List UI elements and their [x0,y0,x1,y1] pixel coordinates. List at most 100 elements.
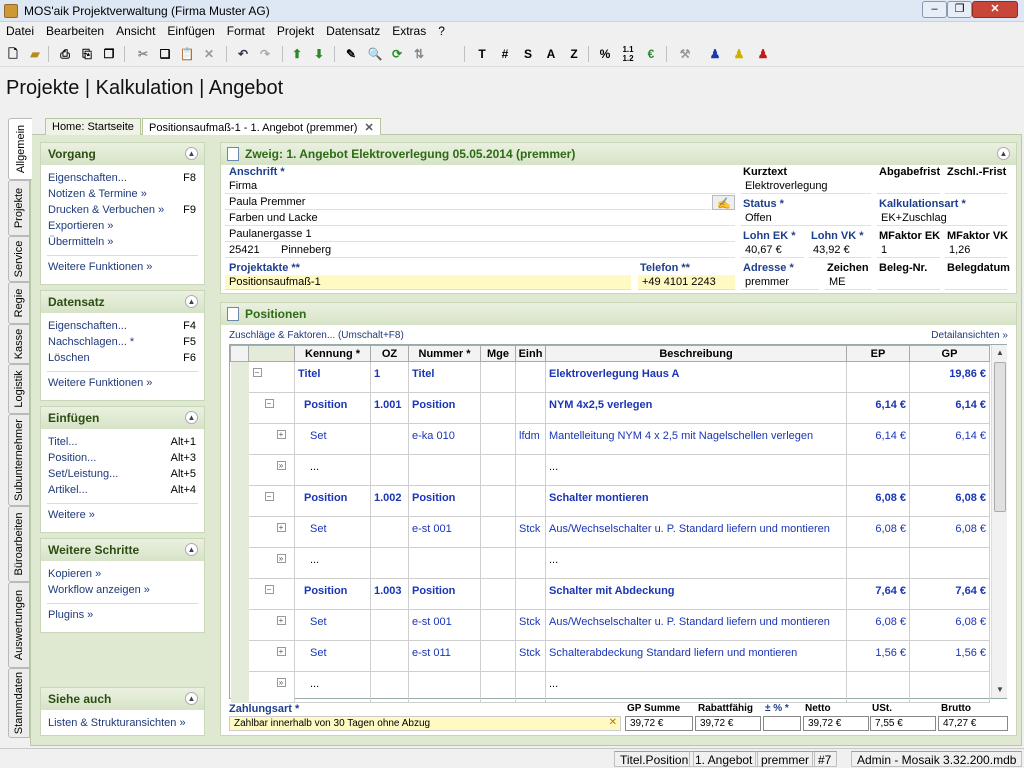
cell-mge[interactable] [480,516,516,548]
table-row[interactable]: + Set e-st 001 Stck Aus/Wechselschalter u. P… [230,516,990,548]
refresh-icon[interactable]: ⟳ [388,45,406,63]
panel-siehe-header[interactable]: Siehe auch ▲ [41,688,204,710]
action-loeschen[interactable]: Löschen F6 [41,351,204,367]
sort-icon[interactable]: ⇅ [410,45,428,63]
open-icon[interactable]: ▰ [26,45,44,63]
cell-ep[interactable] [846,671,910,703]
table-row[interactable]: »...... [230,454,990,486]
action-listen[interactable]: Listen & Strukturansichten » [41,716,204,732]
cell-beschreibung[interactable]: Aus/Wechselschalter u. P. Standard liefe… [545,516,847,548]
cell-oz[interactable] [370,423,409,455]
action-eigenschaften[interactable]: Eigenschaften... F8 [41,171,204,187]
menu-datei[interactable]: Datei [0,22,40,40]
insert-row-icon[interactable]: » [276,678,286,687]
header-kennung[interactable]: Kennung * [294,345,371,362]
cell-kennung[interactable]: ... [294,454,371,486]
cell-beschreibung[interactable]: Aus/Wechselschalter u. P. Standard liefe… [545,609,847,641]
cell-kennung[interactable]: Set [294,423,371,455]
link-zuschlaege[interactable]: Zuschläge & Faktoren... (Umschalt+F8) [229,330,404,341]
cell-beschreibung[interactable]: Schalter mit Abdeckung [545,578,847,610]
collapse-row-icon[interactable]: − [264,399,274,408]
table-row[interactable]: »...... [230,547,990,579]
user-blue-icon[interactable]: ♟ [706,45,724,63]
collapse-row-icon[interactable]: − [264,585,274,594]
table-row[interactable]: + Set e-st 011 Stck Schalterabdeckung Standa… [230,640,990,672]
numbering-icon[interactable]: 1.1 1.2 [619,45,637,63]
cell-mge[interactable] [480,361,516,393]
expand-row-icon[interactable]: + [276,430,286,439]
print-preview-icon[interactable]: ⎘ [78,45,96,63]
redo-icon[interactable]: ↷ [256,45,274,63]
action-set-leistung[interactable]: Set/Leistung... Alt+5 [41,467,204,483]
row-marker[interactable] [230,609,249,641]
cell-gp[interactable]: 1,56 € [909,640,990,672]
field-zeichen[interactable]: ME [825,275,871,290]
cell-oz[interactable]: 1.003 [370,578,409,610]
table-row[interactable]: »...... [230,671,990,703]
insert-row-icon[interactable]: » [276,461,286,470]
field-zahlungsart[interactable]: Zahlbar innerhalb von 30 Tagen ohne Abzu… [229,716,621,731]
field-anschrift-4[interactable]: Paulanergasse 1 [225,227,735,242]
action-drucken[interactable]: Drucken & Verbuchen » F9 [41,203,204,219]
copy-doc-icon[interactable]: ❐ [100,45,118,63]
collapse-row-icon[interactable]: − [264,492,274,501]
user-red-icon[interactable]: ♟ [754,45,772,63]
action-uebermitteln[interactable]: Übermitteln » [41,235,204,251]
set-icon[interactable]: S [519,45,537,63]
cell-ep[interactable]: 6,08 € [846,485,910,517]
cell-mge[interactable] [480,485,516,517]
cell-beschreibung[interactable]: ... [545,671,847,703]
action-position[interactable]: Position... Alt+3 [41,451,204,467]
field-ort[interactable]: Pinneberg [277,243,735,258]
cell-gp[interactable]: 6,08 € [909,516,990,548]
table-row[interactable]: − Position 1.001 Position NYM 4x2,5 verlegen… [230,392,990,424]
field-prozent[interactable] [763,716,801,731]
tab-home[interactable]: Home: Startseite [45,118,141,135]
vtab-allgemein[interactable]: Allgemein [8,118,32,180]
cell-nummer[interactable]: Position [408,392,481,424]
cell-kennung[interactable]: Set [294,640,371,672]
panel-datensatz-header[interactable]: Datensatz ▲ [41,291,204,313]
insert-row-icon[interactable]: » [276,554,286,563]
field-anschrift-1[interactable]: Firma [225,179,735,194]
find-icon[interactable]: 🔍 [366,45,384,63]
expand-row-icon[interactable]: + [276,523,286,532]
cell-einh[interactable] [515,361,546,393]
maximize-button[interactable]: ❐ [947,1,972,18]
cell-beschreibung[interactable]: ... [545,454,847,486]
link-detailansichten[interactable]: Detailansichten » [931,330,1008,341]
collapse-icon[interactable]: ▲ [185,411,198,424]
vtab-logistik[interactable]: Logistik [8,364,30,414]
field-mfaktor-ek[interactable]: 1 [877,243,940,258]
cell-ep[interactable]: 1,56 € [846,640,910,672]
panel-weitere-header[interactable]: Weitere Schritte ▲ [41,539,204,561]
action-titel[interactable]: Titel... Alt+1 [41,435,204,451]
undo-icon[interactable]: ↶ [234,45,252,63]
row-marker[interactable] [230,423,249,455]
field-abgabefrist[interactable] [877,179,940,194]
menu-extras[interactable]: Extras [386,22,432,40]
table-row[interactable]: + Set e-st 001 Stck Aus/Wechselschalter u. P… [230,609,990,641]
cell-mge[interactable] [480,578,516,610]
cell-mge[interactable] [480,547,516,579]
action-notizen[interactable]: Notizen & Termine » [41,187,204,203]
field-plz[interactable]: 25421 [225,243,277,258]
currency-icon[interactable]: € [642,45,660,63]
row-marker[interactable] [230,516,249,548]
cell-gp[interactable]: 6,08 € [909,609,990,641]
panel-einfuegen-header[interactable]: Einfügen ▲ [41,407,204,429]
row-marker[interactable] [230,454,249,486]
delete-icon[interactable]: ✕ [200,45,218,63]
tab-positionsaufmass[interactable]: Positionsaufmaß-1 - 1. Angebot (premmer)… [142,118,381,135]
menu-format[interactable]: Format [221,22,271,40]
menu-ansicht[interactable]: Ansicht [110,22,161,40]
action-nachschlagen[interactable]: Nachschlagen... * F5 [41,335,204,351]
cell-einh[interactable]: lfdm [515,423,546,455]
field-lohn-ek[interactable]: 40,67 € [741,243,804,258]
table-row[interactable]: − Position 1.003 Position Schalter mit Abdec… [230,578,990,610]
field-kalkulationsart[interactable]: EK+Zuschlag [877,211,1007,226]
field-beleg-nr[interactable] [877,275,940,290]
cell-nummer[interactable] [408,454,481,486]
row-marker[interactable] [230,671,249,703]
percent-icon[interactable]: % [596,45,614,63]
